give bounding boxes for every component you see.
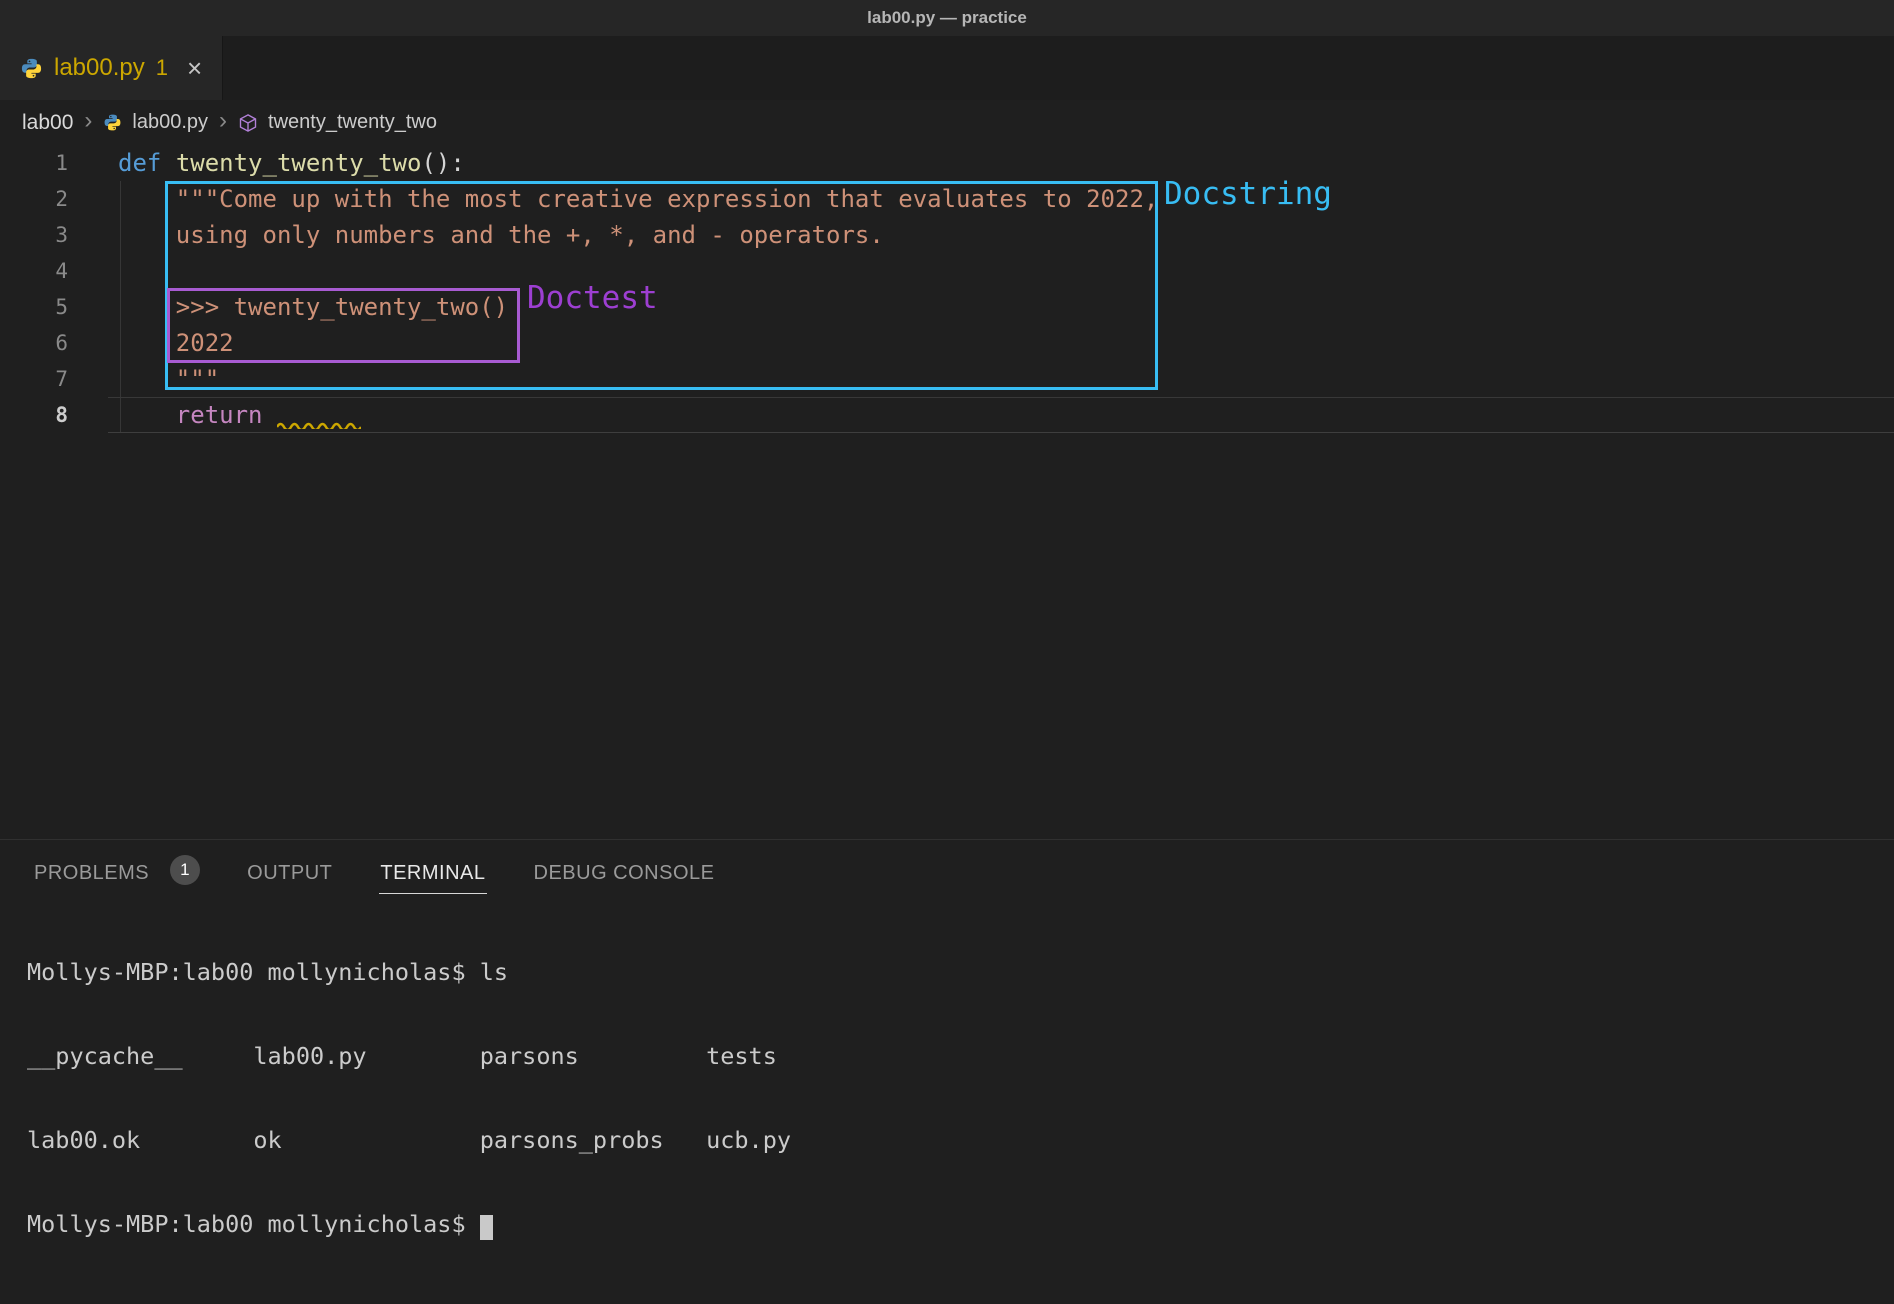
terminal-line: Mollys-MBP:lab00 mollynicholas$ ls <box>27 958 1894 986</box>
breadcrumb-symbol[interactable]: twenty_twenty_two <box>268 111 437 134</box>
line-number: 8 <box>0 397 68 433</box>
function-name: twenty_twenty_two <box>176 149 422 177</box>
bottom-panel: PROBLEMS 1 OUTPUT TERMINAL DEBUG CONSOLE… <box>0 839 1894 1304</box>
vscode-window: lab00.py — practice lab00.py 1 × lab00 ›… <box>0 0 1894 1304</box>
code-line[interactable]: 4 <box>0 253 1894 289</box>
breadcrumb-folder[interactable]: lab00 <box>22 111 73 135</box>
terminal-prompt: Mollys-MBP:lab00 mollynicholas$ <box>27 1210 480 1238</box>
docstring-text: """Come up with the most creative expres… <box>118 185 1158 213</box>
tab-problem-count: 1 <box>156 55 168 81</box>
line-number: 6 <box>0 325 68 361</box>
panel-tab-bar: PROBLEMS 1 OUTPUT TERMINAL DEBUG CONSOLE <box>0 840 1894 900</box>
tab-debug-console[interactable]: DEBUG CONSOLE <box>533 846 716 894</box>
terminal-line: lab00.ok ok parsons_probs ucb.py <box>27 1126 1894 1154</box>
code-line[interactable]: 1 def twenty_twenty_two(): <box>0 145 1894 181</box>
terminal-prompt-line: Mollys-MBP:lab00 mollynicholas$ <box>27 1210 1894 1238</box>
code-text <box>263 401 277 429</box>
chevron-right-icon: › <box>218 109 228 137</box>
line-number: 5 <box>0 289 68 325</box>
keyword-return: return <box>176 401 263 429</box>
line-number: 3 <box>0 217 68 253</box>
code-text: (): <box>421 149 464 177</box>
code-line[interactable]: 2 """Come up with the most creative expr… <box>0 181 1894 217</box>
problems-count-badge: 1 <box>170 855 200 885</box>
code-text <box>161 149 175 177</box>
code-line-active[interactable]: 8 return <box>0 397 1894 433</box>
close-icon[interactable]: × <box>187 55 202 81</box>
docstring-text: """ <box>118 365 219 393</box>
symbol-namespace-icon <box>238 113 258 133</box>
breadcrumb: lab00 › lab00.py › twenty_twenty_two <box>0 100 1894 145</box>
python-icon <box>20 57 43 80</box>
python-icon <box>103 113 122 132</box>
terminal-output[interactable]: Mollys-MBP:lab00 mollynicholas$ ls __pyc… <box>0 902 1894 1294</box>
code-text <box>118 401 176 429</box>
tab-problems[interactable]: PROBLEMS 1 <box>33 846 200 894</box>
tab-bar: lab00.py 1 × <box>0 36 1894 100</box>
title-bar: lab00.py — practice <box>0 0 1894 36</box>
line-number: 7 <box>0 361 68 397</box>
line-number: 4 <box>0 253 68 289</box>
code-line[interactable]: 6 2022 <box>0 325 1894 361</box>
terminal-cursor <box>480 1215 493 1240</box>
tab-terminal[interactable]: TERMINAL <box>379 846 486 894</box>
warning-squiggle-icon <box>277 420 361 429</box>
tab-label: lab00.py <box>54 54 145 82</box>
code-line[interactable]: 3 using only numbers and the +, *, and -… <box>0 217 1894 253</box>
tab-lab00py[interactable]: lab00.py 1 × <box>0 36 223 100</box>
window-title: lab00.py — practice <box>867 8 1027 28</box>
doctest-text: 2022 <box>118 329 234 357</box>
problems-label: PROBLEMS <box>33 846 150 894</box>
code-line[interactable]: 7 """ <box>0 361 1894 397</box>
breadcrumb-file[interactable]: lab00.py <box>132 111 208 134</box>
line-number: 2 <box>0 181 68 217</box>
code-editor[interactable]: 1 def twenty_twenty_two(): 2 """Come up … <box>0 145 1894 839</box>
docstring-text: using only numbers and the +, *, and - o… <box>118 221 884 249</box>
doctest-text: >>> twenty_twenty_two() <box>118 293 508 321</box>
terminal-line: __pycache__ lab00.py parsons tests <box>27 1042 1894 1070</box>
keyword-def: def <box>118 149 161 177</box>
line-number: 1 <box>0 145 68 181</box>
tab-output[interactable]: OUTPUT <box>246 846 333 894</box>
code-line[interactable]: 5 >>> twenty_twenty_two() <box>0 289 1894 325</box>
chevron-right-icon: › <box>83 109 93 137</box>
